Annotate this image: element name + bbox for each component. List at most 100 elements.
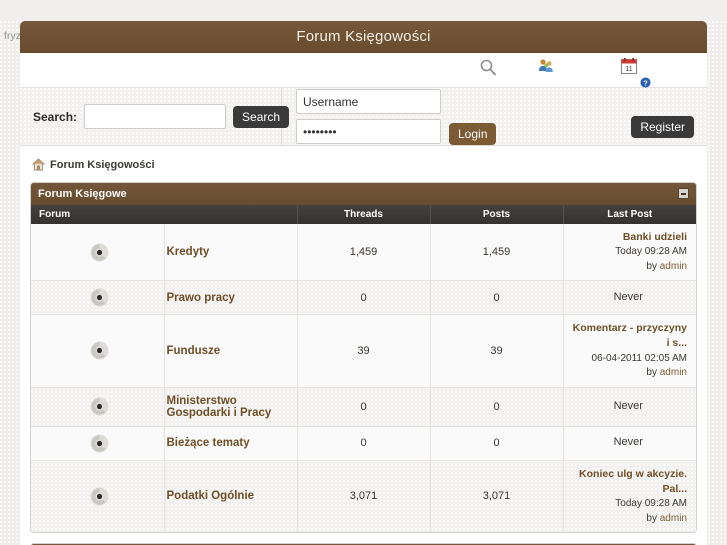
last-post-author[interactable]: admin	[660, 513, 687, 524]
help-icon[interactable]: ?	[640, 75, 651, 88]
forum-icon-cell	[31, 280, 165, 316]
forum-row: Podatki Ogólnie 3,071 3,071 Koniec ulg w ak…	[31, 460, 696, 533]
search-section: Search: Search	[20, 87, 290, 146]
forum-link[interactable]: Kredyty	[167, 246, 210, 258]
user-toolbar: Search: Search Login Register	[20, 87, 707, 146]
posts-count: 0	[430, 426, 564, 461]
last-post-author-line: by admin	[646, 512, 687, 524]
last-post-date: Today 09:28 AM	[615, 246, 687, 258]
forum-name-cell: Podatki Ogólnie	[164, 460, 298, 533]
forum-content-panel: Forum Księgowości Forum Księgowe Forum T…	[20, 146, 707, 545]
forum-icon-cell	[31, 314, 165, 388]
forum-link[interactable]: Podatki Ogólnie	[167, 490, 255, 502]
forum-name-cell: Bieżące tematy	[164, 426, 298, 461]
forum-link[interactable]: Prawo pracy	[167, 292, 235, 304]
col-last-post: Last Post	[563, 205, 696, 224]
breadcrumb: Forum Księgowości	[30, 155, 697, 182]
forum-row: Ministerstwo Gospodarki i Pracy 0 0 Never	[31, 387, 696, 427]
forum-link[interactable]: Ministerstwo Gospodarki i Pracy	[167, 395, 289, 419]
register-button-wrapper: Register	[631, 115, 694, 138]
nav-icon-group: 11 ?	[457, 53, 707, 88]
forum-status-icon	[90, 243, 109, 262]
last-post-title[interactable]: Koniec ulg w akcyzie. Pal...	[570, 467, 687, 497]
forum-name-cell: Fundusze	[164, 314, 298, 388]
threads-count: 0	[297, 280, 431, 316]
svg-text:11: 11	[625, 66, 632, 73]
forum-status-icon	[90, 487, 109, 506]
forum-icon-cell	[31, 387, 165, 427]
forum-name-cell: Ministerstwo Gospodarki i Pracy	[164, 387, 298, 427]
login-section: Login Register	[282, 88, 707, 146]
icon-nav-bar: 11 ?	[20, 53, 707, 88]
login-button[interactable]: Login	[449, 122, 497, 145]
background-ghost-text: fryz	[4, 31, 21, 42]
last-post-cell: Never	[563, 280, 696, 316]
last-post-cell: Never	[563, 387, 696, 427]
col-posts: Posts	[430, 205, 564, 224]
last-post-author[interactable]: admin	[660, 367, 687, 378]
category-header: Forum Księgowe	[31, 183, 696, 205]
threads-count: 0	[297, 426, 431, 461]
site-title: Forum Księgowości	[296, 28, 431, 45]
last-post-cell: Komentarz - przyczyny i s... 06-04-2011 0…	[563, 314, 696, 388]
username-input[interactable]	[296, 89, 441, 114]
last-post-author-line: by admin	[646, 367, 687, 379]
forum-name-cell: Kredyty	[164, 224, 298, 282]
home-icon[interactable]	[31, 158, 46, 171]
forum-link[interactable]: Bieżące tematy	[167, 437, 250, 449]
forum-table: Forum Threads Posts Last Post Kredyty 1,4…	[31, 205, 696, 533]
posts-count: 0	[430, 280, 564, 316]
forum-name-cell: Prawo pracy	[164, 280, 298, 316]
forum-status-icon	[90, 288, 109, 307]
last-post-title[interactable]: Komentarz - przyczyny i s...	[570, 321, 687, 351]
last-post-cell: Koniec ulg w akcyzie. Pal... Today 09:28 …	[563, 460, 696, 532]
last-post-date: 06-04-2011 02:05 AM	[591, 352, 687, 364]
site-header: Forum Księgowości	[20, 21, 707, 53]
last-post-author[interactable]: admin	[660, 261, 687, 272]
posts-count: 0	[430, 387, 564, 427]
last-post-never: Never	[613, 290, 643, 303]
col-forum: Forum	[31, 205, 298, 224]
forum-status-icon	[90, 434, 109, 453]
last-post-cell: Never	[563, 426, 696, 461]
last-post-title[interactable]: Banki udzieli	[570, 230, 687, 245]
register-button[interactable]: Register	[631, 115, 694, 138]
login-button-wrapper: Login	[449, 122, 497, 145]
category-list: Forum Księgowe Forum Threads Posts Last …	[30, 182, 697, 545]
forum-row: Bieżące tematy 0 0 Never	[31, 426, 696, 461]
members-icon[interactable]	[537, 57, 555, 75]
last-post-never: Never	[613, 436, 643, 449]
forum-icon-cell	[31, 460, 165, 533]
posts-count: 1,459	[430, 224, 564, 282]
table-header-row: Forum Threads Posts Last Post	[31, 205, 696, 224]
forum-row: Fundusze 39 39 Komentarz - przyczyny i s...…	[31, 314, 696, 388]
last-post-cell: Banki udzieli Today 09:28 AM by admin	[563, 224, 696, 282]
breadcrumb-label[interactable]: Forum Księgowości	[50, 159, 155, 171]
login-fields	[296, 89, 441, 144]
forum-status-icon	[90, 341, 109, 360]
forum-icon-cell	[31, 426, 165, 461]
forum-rows: Kredyty 1,459 1,459 Banki udzieli Today 09:2…	[31, 224, 696, 533]
category-title: Forum Księgowe	[38, 188, 127, 200]
threads-count: 1,459	[297, 224, 431, 282]
last-post-date: Today 09:28 AM	[615, 498, 687, 510]
last-post-never: Never	[613, 399, 643, 412]
posts-count: 39	[430, 314, 564, 388]
search-button[interactable]: Search	[233, 105, 290, 128]
forum-row: Prawo pracy 0 0 Never	[31, 280, 696, 316]
forum-row: Kredyty 1,459 1,459 Banki udzieli Today 09:2…	[31, 224, 696, 282]
last-post-author-line: by admin	[646, 260, 687, 272]
search-icon[interactable]	[479, 58, 497, 76]
search-label: Search:	[33, 109, 78, 124]
search-input[interactable]	[84, 104, 227, 129]
threads-count: 0	[297, 387, 431, 427]
forum-page: Forum Księgowości 11 ? Search: Search Us…	[20, 21, 707, 545]
forum-status-icon	[90, 397, 109, 416]
calendar-icon[interactable]: 11	[620, 57, 638, 75]
forum-link[interactable]: Fundusze	[167, 345, 221, 357]
forum-icon-cell	[31, 224, 165, 282]
forum-category: Forum Księgowe Forum Threads Posts Last …	[30, 182, 697, 534]
col-threads: Threads	[297, 205, 431, 224]
password-input[interactable]	[296, 119, 441, 144]
minimize-icon[interactable]	[678, 188, 689, 199]
